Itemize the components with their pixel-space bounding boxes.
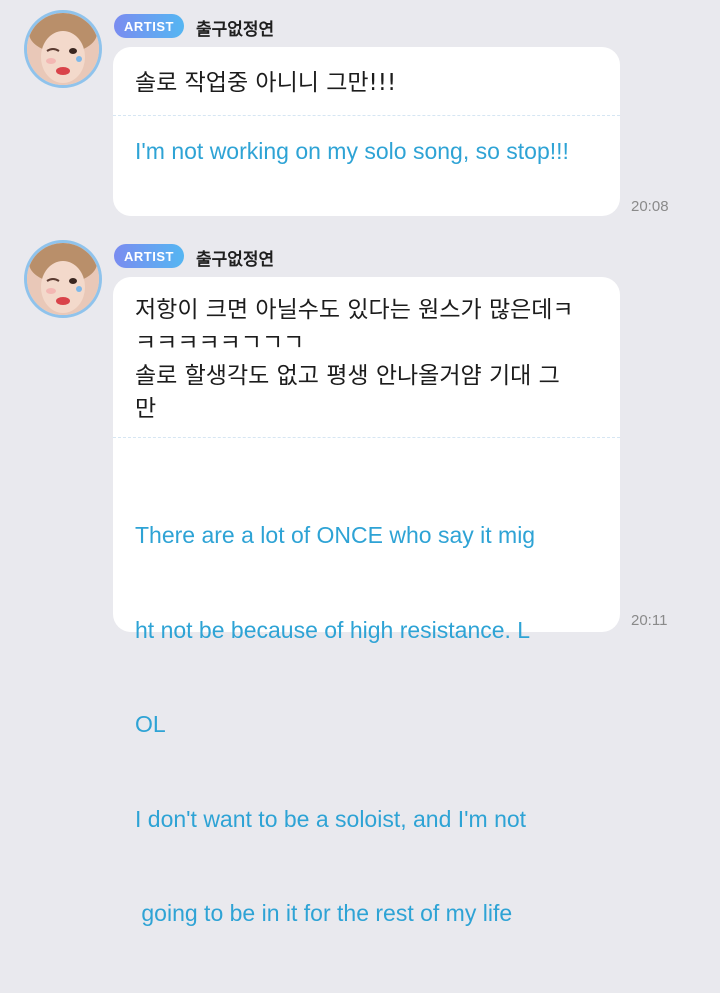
translation-divider	[113, 437, 620, 438]
avatar-image	[27, 243, 99, 315]
author-name[interactable]: 출구없정연	[196, 245, 274, 270]
translation-line: OL	[135, 711, 166, 737]
translation-line: There are a lot of ONCE who say it mig	[135, 522, 536, 548]
translation-divider	[113, 115, 620, 116]
author-name[interactable]: 출구없정연	[196, 15, 274, 40]
translation-text: There are a lot of ONCE who say it mig h…	[135, 457, 604, 993]
avatar-image	[27, 13, 99, 85]
original-line: 솔로 할생각도 없고 평생 안나올거얌 기대 그	[135, 363, 560, 389]
translation-text: I'm not working on my solo song, so stop…	[135, 138, 569, 164]
translation-line: going to be in it for the rest of my lif…	[135, 900, 513, 926]
artist-badge: ARTIST	[114, 244, 184, 268]
avatar[interactable]	[24, 10, 102, 88]
chat-message: ARTIST 출구없정연 솔로 작업중 아니니 그만!!! I'm not wo…	[0, 0, 720, 230]
original-text: 솔로 작업중 아니니 그만!!!	[135, 70, 397, 96]
message-bubble[interactable]: 솔로 작업중 아니니 그만!!! I'm not working on my s…	[113, 47, 620, 216]
message-bubble[interactable]: 저항이 크면 아닐수도 있다는 원스가 많은데ㅋ ㅋㅋㅋㅋㅋㄱㄱㄱ 솔로 할생각…	[113, 277, 620, 926]
original-line: 저항이 크면 아닐수도 있다는 원스가 많은데ㅋ	[135, 297, 574, 323]
timestamp: 20:11	[631, 612, 668, 629]
original-text: 저항이 크면 아닐수도 있다는 원스가 많은데ㅋ ㅋㅋㅋㅋㅋㄱㄱㄱ 솔로 할생각…	[113, 277, 620, 426]
artist-badge: ARTIST	[114, 14, 184, 38]
avatar[interactable]	[24, 240, 102, 318]
chat-message: ARTIST 출구없정연 저항이 크면 아닐수도 있다는 원스가 많은데ㅋ ㅋㅋ…	[0, 230, 720, 926]
timestamp: 20:08	[631, 198, 669, 215]
original-line: ㅋㅋㅋㅋㅋㄱㄱㄱ	[135, 330, 305, 356]
original-line: 만	[135, 396, 157, 422]
translation-line: ht not be because of high resistance. L	[135, 616, 531, 643]
translation-line: I don't want to be a soloist, and I'm no…	[135, 805, 527, 832]
